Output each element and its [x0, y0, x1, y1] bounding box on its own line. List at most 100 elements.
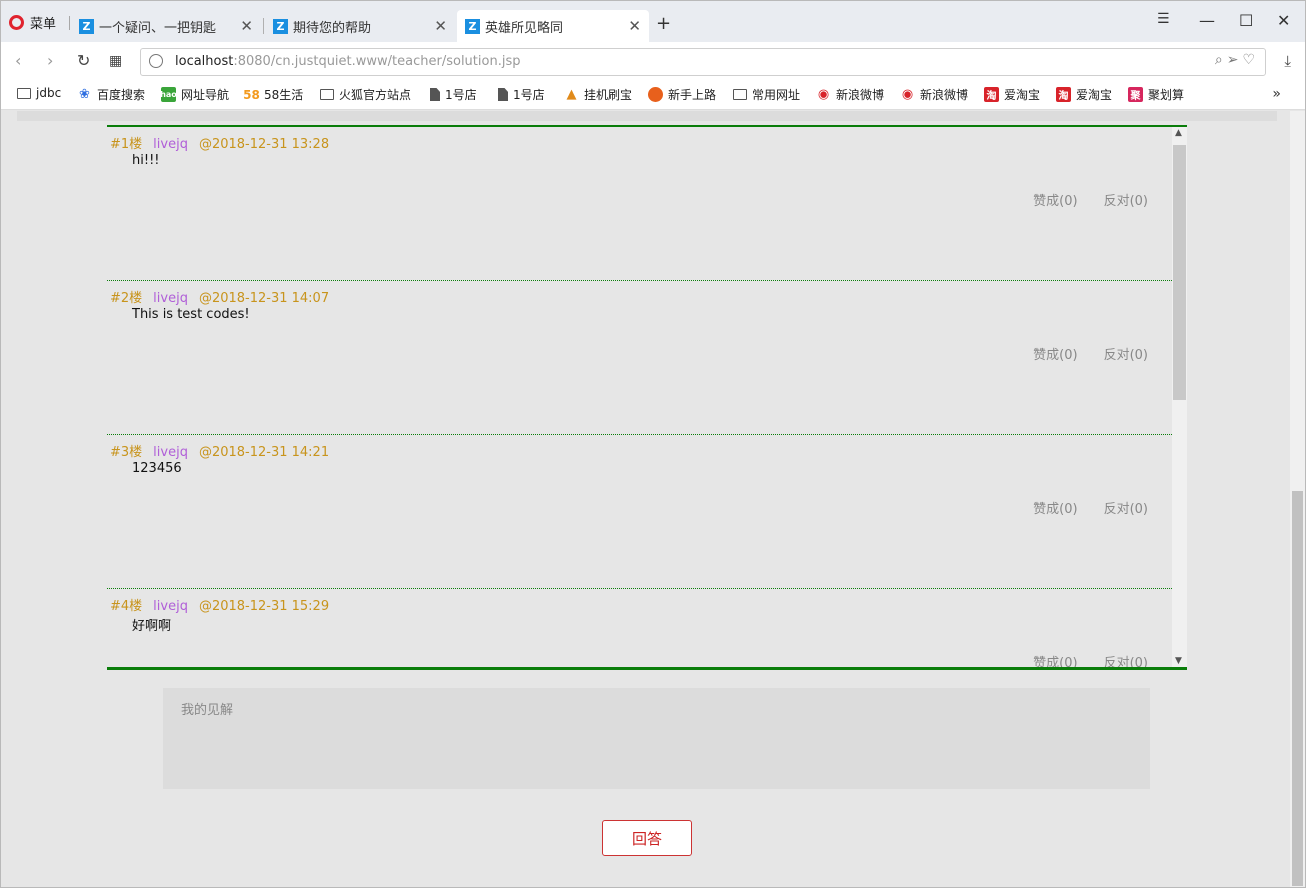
- address-bar[interactable]: localhost:8080/cn.justquiet.www/teacher/…: [140, 48, 1266, 76]
- oppose-button[interactable]: 反对(0): [1104, 498, 1148, 517]
- agree-button[interactable]: 赞成(0): [1033, 190, 1077, 209]
- answer-text: This is test codes!: [132, 307, 250, 322]
- 58-icon: 58: [243, 87, 260, 102]
- more-bookmarks-icon[interactable]: »: [1272, 86, 1281, 102]
- answers-scrollbar[interactable]: ▲ ▼: [1172, 127, 1187, 667]
- oppose-button[interactable]: 反对(0): [1104, 652, 1148, 667]
- answer-text: 123456: [132, 461, 182, 476]
- answer-user[interactable]: livejq: [153, 599, 188, 614]
- tab-close-icon[interactable]: ✕: [434, 17, 447, 35]
- url-host: localhost: [175, 54, 234, 69]
- tab-favicon-icon: Z: [465, 18, 480, 34]
- bookmark-label: 新浪微博: [920, 88, 969, 102]
- bookmark-label: 新手上路: [668, 88, 717, 102]
- answer-time: @2018-12-31 14:07: [198, 291, 330, 306]
- baidu-icon: ❀: [79, 87, 90, 102]
- tab-close-icon[interactable]: ✕: [240, 17, 253, 35]
- bookmark-item[interactable]: 新手上路: [648, 86, 716, 103]
- agree-button[interactable]: 赞成(0): [1033, 344, 1077, 363]
- bookmark-label: 网址导航: [181, 88, 230, 102]
- answer-user[interactable]: livejq: [153, 137, 188, 152]
- bookmark-item[interactable]: ◉ 新浪微博: [816, 86, 884, 103]
- oppose-button[interactable]: 反对(0): [1104, 190, 1148, 209]
- url-path: :8080/cn.justquiet.www/teacher/solution.…: [233, 54, 521, 69]
- heart-icon[interactable]: ♡: [1242, 52, 1259, 68]
- close-window-icon[interactable]: ✕: [1277, 11, 1290, 30]
- oppose-button[interactable]: 反对(0): [1104, 344, 1148, 363]
- answer-submit-button[interactable]: 回答: [602, 820, 692, 856]
- bookmark-label: jdbc: [36, 86, 62, 100]
- top-strip: [17, 111, 1277, 121]
- bookmark-item[interactable]: 58 58生活: [243, 86, 303, 103]
- tab-title: 英雄所见略同: [485, 20, 564, 36]
- bookmark-item[interactable]: 淘爱淘宝: [1056, 86, 1112, 103]
- bookmark-item[interactable]: 1号店: [498, 86, 545, 103]
- search-icon[interactable]: ⌕: [1215, 52, 1227, 68]
- opera-logo-icon: [9, 14, 24, 30]
- send-icon[interactable]: ➢: [1227, 52, 1243, 68]
- page-scrollbar[interactable]: [1290, 111, 1305, 887]
- answer-meta: #1楼 livejq @2018-12-31 13:28: [110, 133, 329, 152]
- juhuasuan-icon: 聚: [1128, 87, 1143, 102]
- bookmark-item[interactable]: 常用网址: [733, 86, 800, 103]
- answer-meta: #3楼 livejq @2018-12-31 14:21: [110, 441, 329, 460]
- answer-meta: #4楼 livejq @2018-12-31 15:29: [110, 595, 329, 614]
- vote-actions: 赞成(0) 反对(0): [1033, 344, 1148, 363]
- answer-meta: #2楼 livejq @2018-12-31 14:07: [110, 287, 329, 306]
- bookmark-label: 聚划算: [1148, 88, 1185, 102]
- answer-floor: #4楼 livejq @2018-12-31 15:29 好啊啊 赞成(0) 反对(…: [107, 589, 1172, 667]
- bookmark-item[interactable]: jdbc: [17, 86, 61, 100]
- scrollbar-thumb[interactable]: [1173, 145, 1186, 400]
- bookmark-item[interactable]: 1号店: [430, 86, 477, 103]
- answer-time: @2018-12-31 13:28: [198, 137, 330, 152]
- forward-icon[interactable]: ›: [47, 51, 53, 71]
- firefox-icon: [648, 87, 663, 102]
- scroll-up-icon[interactable]: ▲: [1175, 128, 1182, 138]
- bookmark-item[interactable]: 火狐官方站点: [320, 86, 411, 103]
- weibo-icon: ◉: [817, 87, 830, 102]
- opera-menu-button[interactable]: 菜单: [9, 11, 56, 33]
- tab-3-active[interactable]: Z 英雄所见略同 ✕: [457, 10, 649, 42]
- bookmarks-bar: jdbc ❀ 百度搜索 hao 网址导航 58 58生活 火狐官方站点 1号店 1号店…: [1, 80, 1305, 110]
- bookmark-item[interactable]: ◉ 新浪微博: [900, 86, 968, 103]
- answers-list: #1楼 livejq @2018-12-31 13:28 hi!!! 赞成(0) 反…: [107, 125, 1187, 670]
- maximize-icon[interactable]: ☐: [1239, 11, 1253, 30]
- answer-user[interactable]: livejq: [153, 445, 188, 460]
- download-icon[interactable]: ⤓: [1284, 52, 1291, 70]
- bookmark-label: 1号店: [513, 88, 545, 102]
- document-icon: [498, 88, 508, 101]
- tab-2[interactable]: Z 期待您的帮助 ✕: [265, 10, 455, 42]
- answer-user[interactable]: livejq: [153, 291, 188, 306]
- agree-button[interactable]: 赞成(0): [1033, 652, 1077, 667]
- agree-button[interactable]: 赞成(0): [1033, 498, 1077, 517]
- bookmark-label: 爱淘宝: [1076, 88, 1113, 102]
- scroll-down-icon[interactable]: ▼: [1175, 656, 1182, 666]
- minimize-icon[interactable]: —: [1199, 11, 1215, 30]
- tab-divider: [263, 18, 264, 34]
- tab-favicon-icon: Z: [79, 18, 94, 34]
- hao-icon: hao: [160, 87, 177, 102]
- answer-text: 好啊啊: [132, 619, 172, 634]
- navigation-toolbar: ‹ › ↻ ▦ localhost:8080/cn.justquiet.www/…: [1, 42, 1305, 80]
- browser-window: 菜单 Z 一个疑问、一把钥匙 ✕ Z 期待您的帮助 ✕ Z 英雄所见略同 ✕ +…: [0, 0, 1306, 888]
- back-icon[interactable]: ‹: [15, 51, 21, 71]
- pma-icon: ▲: [566, 87, 577, 102]
- floor-number: #4楼: [110, 599, 143, 614]
- speed-dial-icon[interactable]: ▦: [109, 51, 122, 71]
- folder-icon: [17, 87, 31, 99]
- page-scrollbar-thumb[interactable]: [1292, 491, 1303, 886]
- tab-1[interactable]: Z 一个疑问、一把钥匙 ✕: [71, 10, 261, 42]
- taobao-icon: 淘: [984, 87, 999, 102]
- reload-icon[interactable]: ↻: [77, 51, 90, 71]
- bookmark-item[interactable]: hao 网址导航: [160, 86, 230, 103]
- bookmark-label: 火狐官方站点: [339, 88, 412, 102]
- tab-close-icon[interactable]: ✕: [628, 17, 641, 35]
- reply-textarea[interactable]: [163, 688, 1150, 789]
- bookmark-item[interactable]: 聚聚划算: [1128, 86, 1184, 103]
- bookmark-label: 百度搜索: [97, 88, 146, 102]
- bookmark-item[interactable]: ▲ 挂机刷宝: [564, 86, 633, 103]
- bookmark-item[interactable]: 淘爱淘宝: [984, 86, 1040, 103]
- tab-menu-icon[interactable]: ☰: [1157, 11, 1170, 27]
- bookmark-item[interactable]: ❀ 百度搜索: [77, 86, 145, 103]
- new-tab-button[interactable]: +: [656, 15, 671, 33]
